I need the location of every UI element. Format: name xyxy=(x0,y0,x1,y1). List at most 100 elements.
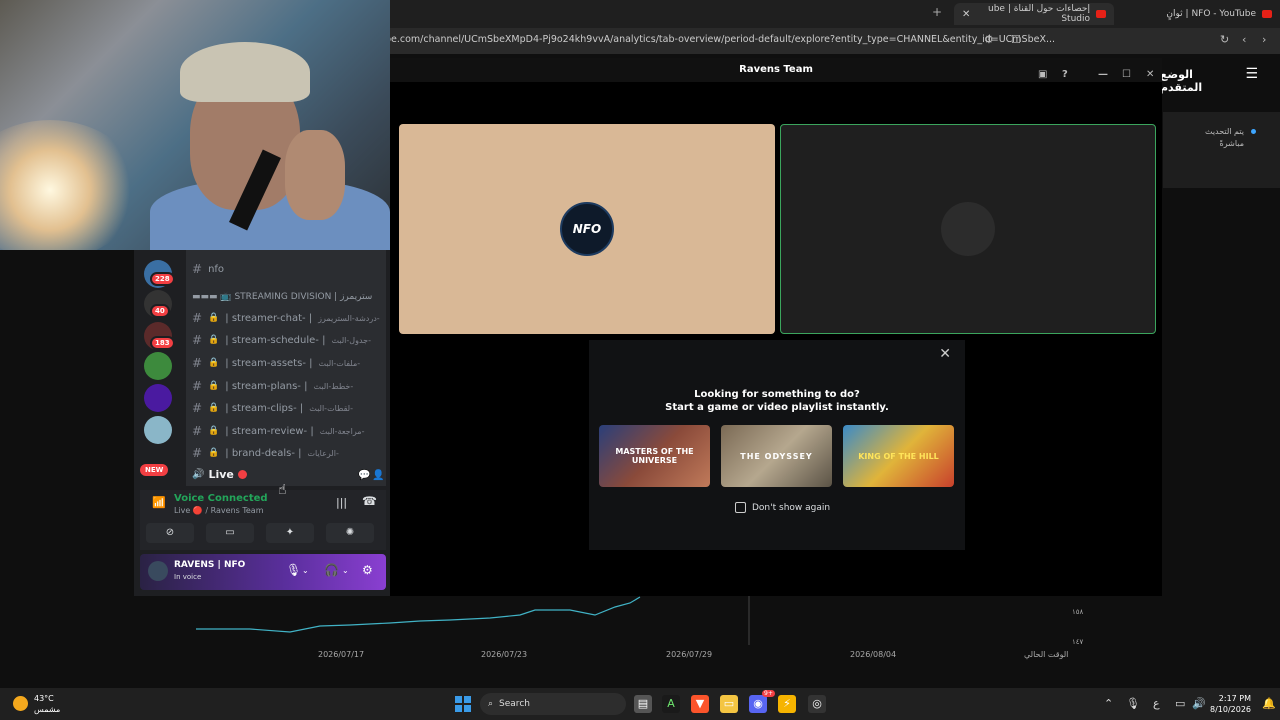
channel-item[interactable]: # 🔒 | stream-review- | مراجعة-البث- xyxy=(192,422,364,440)
checkbox-icon[interactable] xyxy=(735,502,746,513)
weather-widget[interactable]: 43°C مشمس xyxy=(34,693,60,715)
x-tick-label: 2026/07/23 xyxy=(481,650,528,659)
hash-icon: # xyxy=(192,446,203,460)
windows-start-icon[interactable] xyxy=(455,696,471,712)
server-icon[interactable] xyxy=(144,416,172,444)
new-badge: NEW xyxy=(140,464,169,476)
sun-icon[interactable] xyxy=(13,696,28,711)
gear-icon[interactable]: ⚙ xyxy=(362,563,373,577)
network-icon[interactable]: ▭ xyxy=(1175,697,1185,710)
add-user-icon[interactable]: 👤 xyxy=(372,470,384,481)
soundboard-button[interactable]: ✺ xyxy=(326,523,374,543)
mic-icon[interactable]: 🎙 xyxy=(286,563,301,577)
voice-connection-panel: 📶 Voice Connected Live 🔴 / Ravens Team |… xyxy=(140,490,386,550)
mouse-cursor-icon: ☝ xyxy=(278,482,287,498)
channel-item[interactable]: # 🔒 | stream-schedule- | جدول-البث- xyxy=(192,331,371,349)
activities-button[interactable]: ✦ xyxy=(266,523,314,543)
discord-call-window: Ravens Team ▣ ? — ☐ ✕ NFO ✕ Looking for … xyxy=(390,58,1162,596)
search-placeholder: Search xyxy=(499,699,530,709)
back-icon[interactable]: ‹ xyxy=(1242,33,1246,46)
volume-icon[interactable]: 🔊 xyxy=(1192,697,1206,710)
soundboard-icon[interactable]: ||| xyxy=(336,496,347,509)
disconnect-icon[interactable]: ☎ xyxy=(362,494,377,508)
signal-icon[interactable]: 📶 xyxy=(152,496,166,509)
channel-item[interactable]: # 🔒 | stream-assets- | ملفات-البث- xyxy=(192,354,360,372)
activity-suggestion-panel: ✕ Looking for something to do? Start a g… xyxy=(589,340,965,550)
brave-icon[interactable]: ▼ xyxy=(691,695,709,713)
headphones-icon[interactable]: 🎧 xyxy=(324,563,339,577)
taskbar-search[interactable]: ⌕ Search xyxy=(480,693,626,715)
hash-icon: # xyxy=(192,333,203,347)
server-icon[interactable] xyxy=(144,384,172,412)
channel-item[interactable]: # 🔒 | brand-deals- | الرعايات- xyxy=(192,444,339,462)
mic-icon[interactable]: 🎙 xyxy=(1126,697,1140,710)
chat-icon[interactable]: 💬 xyxy=(358,470,370,481)
terminal-icon[interactable]: A xyxy=(662,695,680,713)
lock-icon: 🔒 xyxy=(208,358,220,368)
browser-tab-studio[interactable]: إحصاءات حول القناة | ube Studio ✕ xyxy=(954,3,1114,25)
channel-name-arabic: ملفات-البث- xyxy=(318,358,361,368)
reload-icon[interactable]: ↻ xyxy=(1220,33,1229,46)
forward-icon[interactable]: › xyxy=(1262,33,1266,46)
language-indicator[interactable]: ع xyxy=(1153,697,1160,710)
avatar[interactable] xyxy=(148,561,168,581)
x-tick-label: 2026/07/17 xyxy=(318,650,365,659)
channel-name-arabic: مراجعة-البث- xyxy=(319,426,365,436)
chart-series-line xyxy=(196,596,641,633)
close-icon[interactable]: ✕ xyxy=(1146,63,1154,87)
folder-icon[interactable]: ▭ xyxy=(720,695,738,713)
chevron-down-icon[interactable]: ⌄ xyxy=(342,566,349,575)
task-view-icon[interactable]: ▤ xyxy=(634,695,652,713)
browser-tab-youtube[interactable]: NFO - YouTube | ثوانٍ xyxy=(1140,3,1280,25)
studio-header: الوضع المتقدم ☰ xyxy=(1160,54,1280,94)
chrome-icon[interactable]: ◎ xyxy=(808,695,826,713)
participant-tile-speaking[interactable] xyxy=(780,124,1156,334)
clock[interactable]: 2:17 PM 8/10/2026 xyxy=(1210,693,1251,715)
channel-name: nfo xyxy=(208,263,225,275)
url-text[interactable]: be.com/channel/UCmSbeXMpD4-Pj9o24kh9vvA/… xyxy=(385,34,1055,45)
chevron-up-icon[interactable]: ⌃ xyxy=(1104,697,1113,710)
mention-badge: 183 xyxy=(150,336,175,350)
channel-item[interactable]: # 🔒 | stream-clips- | لقطات-البث- xyxy=(192,399,353,417)
help-icon[interactable]: ? xyxy=(1062,63,1068,87)
bookmark-icon[interactable]: ☐ xyxy=(1011,33,1021,46)
server-icon[interactable] xyxy=(144,352,172,380)
channel-name: | brand-deals- | xyxy=(225,447,302,459)
app-icon[interactable]: ⚡ xyxy=(778,695,796,713)
speaker-icon: 🔊 xyxy=(192,469,205,480)
channel-name-arabic: لقطات-البث- xyxy=(309,403,353,413)
activity-card[interactable]: KING OF THE HILL xyxy=(843,425,954,487)
voice-channel-item[interactable]: 🔊 Live xyxy=(192,468,247,481)
mention-badge: 228 xyxy=(150,272,175,286)
new-tab-button[interactable]: + xyxy=(932,5,942,19)
weather-desc: مشمس xyxy=(34,705,61,714)
share-screen-button[interactable]: ▭ xyxy=(206,523,254,543)
participant-tile[interactable]: NFO xyxy=(399,124,775,334)
checkbox-label: Don't show again xyxy=(752,502,831,513)
camera-off-button[interactable]: ⊘ xyxy=(146,523,194,543)
discord-icon[interactable]: ◉ xyxy=(749,695,767,713)
channel-item[interactable]: # 🔒 | streamer-chat- | دردشة-الستريمرز- xyxy=(192,309,380,327)
site-settings-icon[interactable]: ⚙ xyxy=(984,33,994,46)
voice-location[interactable]: Live 🔴 / Ravens Team xyxy=(174,506,264,515)
live-dot-icon xyxy=(237,470,247,479)
category-header[interactable]: ▬▬▬ 📺 STREAMING DIVISION | ستريمرز xyxy=(192,292,372,302)
inbox-icon[interactable]: ▣ xyxy=(1038,63,1047,87)
channel-item[interactable]: # 🔒 | stream-plans- | خطط-البث- xyxy=(192,377,353,395)
dont-show-again-checkbox[interactable]: Don't show again xyxy=(735,502,830,513)
close-icon[interactable]: ✕ xyxy=(939,346,951,362)
notification-bell-icon[interactable]: 🔔 xyxy=(1262,697,1276,710)
activity-card[interactable]: MASTERS OF THE UNIVERSE xyxy=(599,425,710,487)
menu-icon[interactable]: ☰ xyxy=(1245,66,1258,82)
chevron-down-icon[interactable]: ⌄ xyxy=(302,566,309,575)
hash-icon: # xyxy=(192,401,203,415)
minimize-icon[interactable]: — xyxy=(1098,63,1108,87)
activity-card[interactable]: THE ODYSSEY xyxy=(721,425,832,487)
channel-item[interactable]: # nfo xyxy=(192,260,224,278)
x-tick-label: 2026/07/29 xyxy=(666,650,713,659)
search-icon: ⌕ xyxy=(488,699,494,709)
maximize-icon[interactable]: ☐ xyxy=(1122,63,1131,87)
user-panel: RAVENS | NFO In voice 🎙 ⌄ 🎧 ⌄ ⚙ xyxy=(140,554,386,590)
webcam-overlay xyxy=(0,0,390,250)
close-icon[interactable]: ✕ xyxy=(962,9,970,20)
